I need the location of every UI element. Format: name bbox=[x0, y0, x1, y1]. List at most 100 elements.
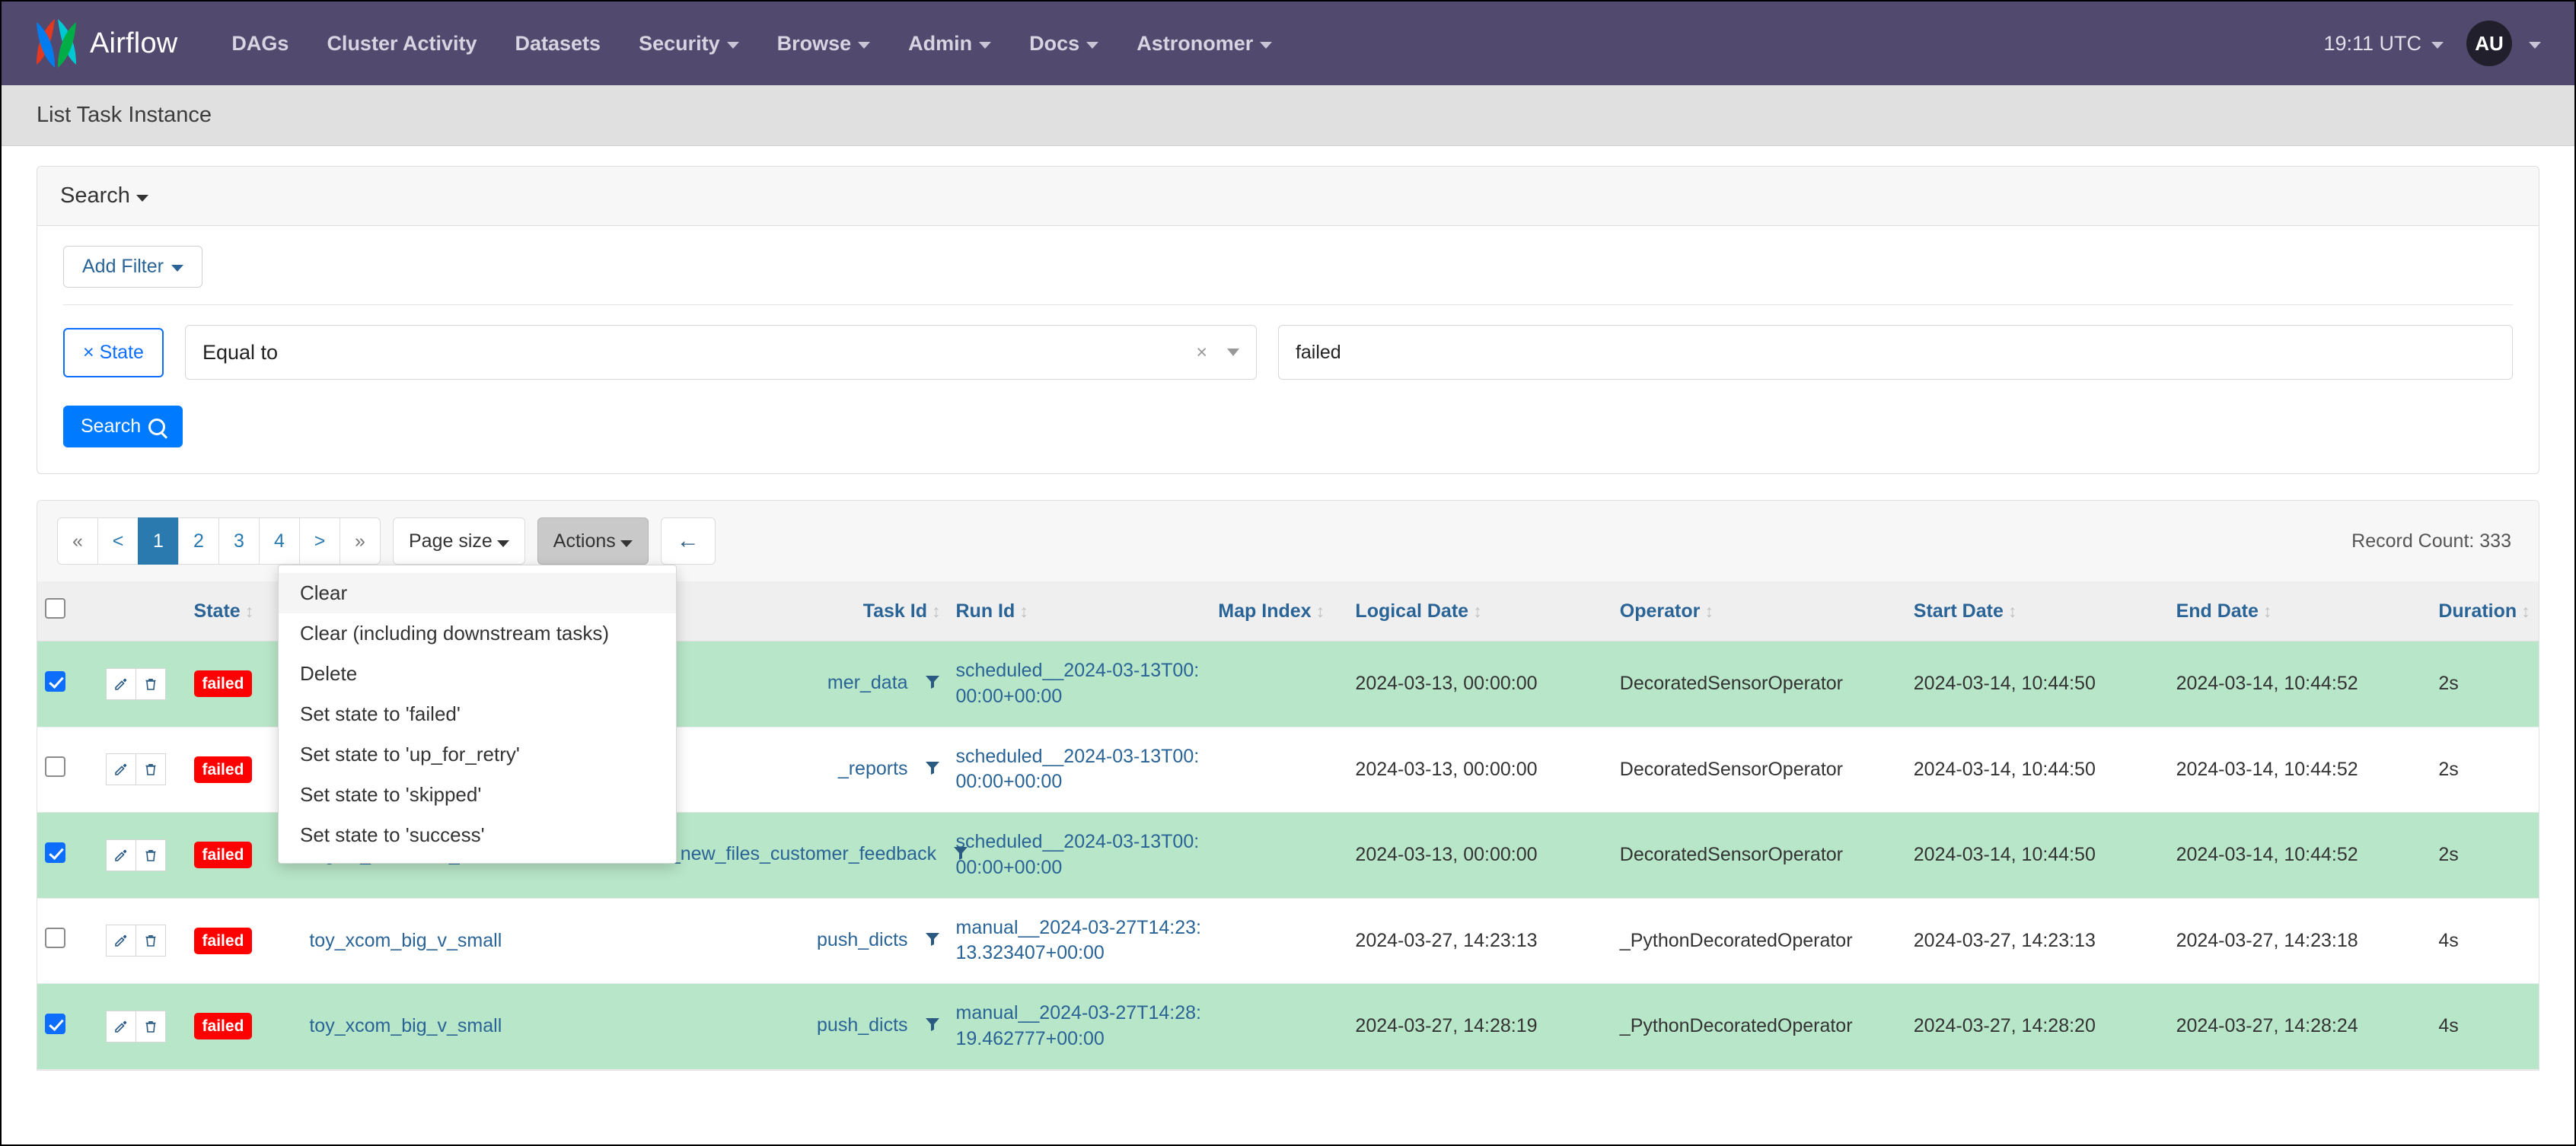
row-end-date-cell: 2024-03-14, 10:44:52 bbox=[2168, 727, 2431, 813]
row-operator-cell: DecoratedSensorOperator bbox=[1612, 727, 1906, 813]
delete-icon[interactable] bbox=[135, 753, 166, 786]
nav-item-browse[interactable]: Browse bbox=[758, 32, 890, 56]
table-row[interactable]: failed toy_xcom_big_v_small push_dicts m… bbox=[37, 898, 2539, 984]
sort-icon[interactable]: ↕ bbox=[1019, 601, 1028, 622]
page-2[interactable]: 2 bbox=[178, 517, 219, 565]
menu-item-set-success[interactable]: Set state to 'success' bbox=[279, 815, 676, 855]
sort-icon[interactable]: ↕ bbox=[245, 601, 254, 622]
nav-item-datasets[interactable]: Datasets bbox=[496, 32, 620, 56]
back-button[interactable]: ← bbox=[660, 517, 716, 565]
row-checkbox[interactable] bbox=[45, 928, 65, 949]
menu-item-set-skipped[interactable]: Set state to 'skipped' bbox=[279, 775, 676, 815]
menu-item-delete[interactable]: Delete bbox=[279, 654, 676, 694]
select-all-checkbox[interactable] bbox=[45, 598, 65, 619]
filter-value-input[interactable] bbox=[1277, 325, 2513, 380]
page-prev[interactable]: < bbox=[97, 517, 139, 565]
avatar[interactable]: AU bbox=[2466, 21, 2512, 66]
nav-item-label: Datasets bbox=[515, 31, 601, 55]
table-row[interactable]: failed toy_xcom_big_v_small push_dicts m… bbox=[37, 983, 2539, 1070]
row-action-cell bbox=[97, 641, 187, 727]
page-last[interactable]: » bbox=[340, 517, 381, 565]
page-size-button[interactable]: Page size bbox=[393, 517, 525, 565]
search-button[interactable]: Search bbox=[63, 406, 183, 447]
clear-icon[interactable]: × bbox=[1196, 342, 1207, 364]
delete-icon[interactable] bbox=[135, 1010, 166, 1043]
run-id-link[interactable]: manual__2024-03-27T14:28:19.462777+00:00 bbox=[956, 1002, 1201, 1049]
remove-filter-icon[interactable]: × bbox=[83, 342, 94, 363]
task-id-link[interactable]: mer_data bbox=[827, 672, 908, 693]
header-operator[interactable]: Operator ↕ bbox=[1612, 581, 1906, 641]
edit-icon[interactable] bbox=[105, 667, 136, 700]
status-badge: failed bbox=[193, 1013, 253, 1040]
utc-clock[interactable]: 19:11 UTC bbox=[2323, 32, 2466, 56]
page-4[interactable]: 4 bbox=[259, 517, 300, 565]
nav-item-dags[interactable]: DAGs bbox=[212, 32, 308, 56]
filter-chip-state[interactable]: × State bbox=[63, 327, 164, 377]
row-start-date-cell: 2024-03-14, 10:44:50 bbox=[1905, 641, 2169, 727]
sort-icon[interactable]: ↕ bbox=[2521, 601, 2530, 622]
row-duration-cell: 4s bbox=[2431, 898, 2539, 984]
sort-icon[interactable]: ↕ bbox=[1473, 601, 1482, 622]
delete-icon[interactable] bbox=[135, 667, 166, 700]
header-logical-date[interactable]: Logical Date ↕ bbox=[1347, 581, 1612, 641]
edit-icon[interactable] bbox=[105, 753, 136, 786]
filter-icon[interactable] bbox=[924, 673, 941, 696]
sort-icon[interactable]: ↕ bbox=[2008, 601, 2017, 622]
sort-icon[interactable]: ↕ bbox=[1704, 601, 1714, 622]
sort-icon[interactable]: ↕ bbox=[2263, 601, 2272, 622]
task-id-link[interactable]: _reports bbox=[838, 758, 908, 779]
search-toggle[interactable]: Search bbox=[60, 183, 148, 209]
run-id-link[interactable]: scheduled__2024-03-13T00:00:00+00:00 bbox=[956, 831, 1200, 878]
search-heading-label: Search bbox=[60, 183, 130, 208]
run-id-link[interactable]: scheduled__2024-03-13T00:00:00+00:00 bbox=[956, 746, 1200, 793]
dag-id-link[interactable]: toy_xcom_big_v_small bbox=[309, 930, 502, 951]
add-filter-button[interactable]: Add Filter bbox=[63, 246, 202, 288]
header-run-id[interactable]: Run Id ↕ bbox=[948, 581, 1211, 641]
header-map-index[interactable]: Map Index ↕ bbox=[1210, 581, 1348, 641]
filter-icon[interactable] bbox=[924, 1016, 941, 1038]
edit-icon[interactable] bbox=[105, 1010, 136, 1043]
dag-id-link[interactable]: toy_xcom_big_v_small bbox=[309, 1015, 502, 1036]
task-id-link[interactable]: push_dicts bbox=[817, 1014, 908, 1036]
page-1[interactable]: 1 bbox=[138, 517, 179, 565]
header-end-date[interactable]: End Date ↕ bbox=[2168, 581, 2431, 641]
row-checkbox[interactable] bbox=[45, 756, 65, 778]
header-start-date[interactable]: Start Date ↕ bbox=[1905, 581, 2169, 641]
menu-item-clear[interactable]: Clear bbox=[279, 573, 676, 613]
filter-operator-select[interactable]: Equal to × bbox=[184, 325, 1257, 380]
nav-item-admin[interactable]: Admin bbox=[889, 32, 1010, 56]
row-end-date-cell: 2024-03-27, 14:23:18 bbox=[2168, 898, 2431, 984]
row-checkbox[interactable] bbox=[45, 1013, 65, 1034]
row-end-date-cell: 2024-03-27, 14:28:24 bbox=[2168, 983, 2431, 1070]
sort-icon[interactable]: ↕ bbox=[1316, 601, 1325, 622]
header-duration[interactable]: Duration ↕ bbox=[2431, 581, 2539, 641]
chevron-down-icon[interactable] bbox=[1226, 349, 1239, 356]
row-checkbox[interactable] bbox=[45, 842, 65, 863]
nav-item-docs[interactable]: Docs bbox=[1010, 32, 1117, 56]
chevron-down-icon[interactable] bbox=[2529, 41, 2541, 49]
menu-item-set-failed[interactable]: Set state to 'failed' bbox=[279, 694, 676, 734]
nav-item-cluster-activity[interactable]: Cluster Activity bbox=[308, 32, 496, 56]
page-3[interactable]: 3 bbox=[218, 517, 260, 565]
edit-icon[interactable] bbox=[105, 839, 136, 871]
nav-item-security[interactable]: Security bbox=[620, 32, 758, 56]
actions-button[interactable]: Actions bbox=[537, 517, 649, 565]
delete-icon[interactable] bbox=[135, 925, 166, 957]
page-next[interactable]: > bbox=[299, 517, 340, 565]
page-first[interactable]: « bbox=[57, 517, 98, 565]
menu-item-set-up-for-retry[interactable]: Set state to 'up_for_retry' bbox=[279, 734, 676, 775]
search-panel-header[interactable]: Search bbox=[37, 167, 2539, 226]
delete-icon[interactable] bbox=[135, 839, 166, 871]
task-id-link[interactable]: push_dicts bbox=[817, 929, 908, 950]
edit-icon[interactable] bbox=[105, 925, 136, 957]
nav-item-astronomer[interactable]: Astronomer bbox=[1117, 32, 1291, 56]
sort-icon[interactable]: ↕ bbox=[932, 601, 941, 622]
run-id-link[interactable]: scheduled__2024-03-13T00:00:00+00:00 bbox=[956, 660, 1200, 707]
filter-icon[interactable] bbox=[924, 759, 941, 782]
brand[interactable]: Airflow bbox=[32, 18, 177, 69]
menu-item-clear-downstream[interactable]: Clear (including downstream tasks) bbox=[279, 613, 676, 654]
row-checkbox[interactable] bbox=[45, 670, 65, 692]
nav-item-label: Astronomer bbox=[1137, 31, 1254, 55]
filter-icon[interactable] bbox=[924, 931, 941, 953]
run-id-link[interactable]: manual__2024-03-27T14:23:13.323407+00:00 bbox=[956, 917, 1201, 964]
